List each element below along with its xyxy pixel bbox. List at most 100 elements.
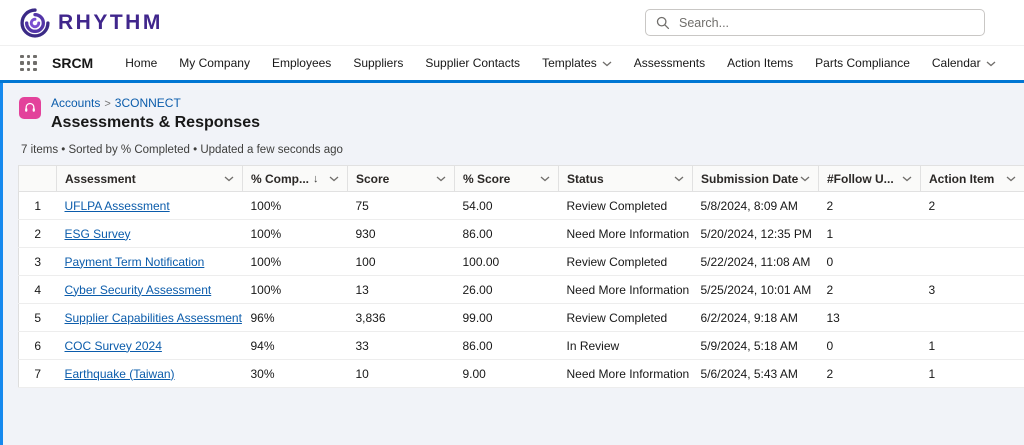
cell-assessment: Cyber Security Assessment bbox=[57, 276, 243, 304]
cell-assessment: Earthquake (Taiwan) bbox=[57, 360, 243, 388]
column-label: % Comp... bbox=[251, 172, 309, 186]
cell-score: 930 bbox=[348, 220, 455, 248]
column-header-comp[interactable]: % Comp...↓ bbox=[243, 166, 348, 192]
cell-percent-completed: 100% bbox=[243, 276, 348, 304]
list-meta: 7 items • Sorted by % Completed • Update… bbox=[3, 144, 1024, 156]
brand-name: RHYTHM bbox=[58, 11, 163, 35]
cell-submission-date: 5/22/2024, 11:08 AM bbox=[693, 248, 819, 276]
cell-score: 10 bbox=[348, 360, 455, 388]
cell-status: Need More Information bbox=[559, 360, 693, 388]
assessment-link[interactable]: Cyber Security Assessment bbox=[65, 283, 212, 297]
column-header-assessment[interactable]: Assessment bbox=[57, 166, 243, 192]
cell-status: Review Completed bbox=[559, 304, 693, 332]
cell-assessment: ESG Survey bbox=[57, 220, 243, 248]
headset-icon bbox=[23, 101, 37, 115]
cell-score: 75 bbox=[348, 192, 455, 220]
cell-assessment: Payment Term Notification bbox=[57, 248, 243, 276]
cell-action-item: 3 bbox=[921, 276, 1024, 304]
nav-item-parts-compliance[interactable]: Parts Compliance bbox=[815, 56, 910, 70]
cell-percent-score: 100.00 bbox=[455, 248, 559, 276]
cell-percent-completed: 30% bbox=[243, 360, 348, 388]
cell-action-item bbox=[921, 304, 1024, 332]
breadcrumb-link-3connect[interactable]: 3CONNECT bbox=[115, 96, 181, 110]
top-header: RHYTHM bbox=[0, 0, 1024, 46]
chevron-down-icon bbox=[800, 176, 810, 182]
nav-item-label: Action Items bbox=[727, 56, 793, 70]
nav-item-action-items[interactable]: Action Items bbox=[727, 56, 793, 70]
cell-percent-score: 9.00 bbox=[455, 360, 559, 388]
nav-item-my-company[interactable]: My Company bbox=[179, 56, 250, 70]
cell-percent-completed: 96% bbox=[243, 304, 348, 332]
cell-submission-date: 5/9/2024, 5:18 AM bbox=[693, 332, 819, 360]
table-row: 7Earthquake (Taiwan)30%109.00Need More I… bbox=[19, 360, 1024, 388]
column-label: Status bbox=[567, 172, 604, 186]
page-header-text: Accounts>3CONNECT Assessments & Response… bbox=[51, 96, 260, 132]
cell-percent-completed: 100% bbox=[243, 192, 348, 220]
table-row: 1UFLPA Assessment100%7554.00Review Compl… bbox=[19, 192, 1024, 220]
nav-item-calendar[interactable]: Calendar bbox=[932, 56, 996, 70]
nav-item-label: Assessments bbox=[634, 56, 705, 70]
cell-percent-score: 54.00 bbox=[455, 192, 559, 220]
column-header-follow-u[interactable]: #Follow U... bbox=[819, 166, 921, 192]
nav-item-label: Calendar bbox=[932, 56, 981, 70]
chevron-down-icon bbox=[329, 176, 339, 182]
nav-item-supplier-contacts[interactable]: Supplier Contacts bbox=[425, 56, 520, 70]
table-header-row: Assessment % Comp...↓ Score % Score Status Su… bbox=[19, 166, 1024, 192]
column-label: % Score bbox=[463, 172, 510, 186]
table-row: 5Supplier Capabilities Assessment96%3,83… bbox=[19, 304, 1024, 332]
search-input[interactable] bbox=[677, 15, 974, 31]
column-header-submission-date[interactable]: Submission Date bbox=[693, 166, 819, 192]
nav-item-templates[interactable]: Templates bbox=[542, 56, 612, 70]
column-label: Assessment bbox=[65, 172, 136, 186]
app-nav: SRCM HomeMy CompanyEmployeesSuppliersSup… bbox=[0, 46, 1024, 83]
chevron-down-icon bbox=[602, 61, 612, 67]
global-search[interactable] bbox=[645, 9, 985, 36]
assessment-link[interactable]: Payment Term Notification bbox=[65, 255, 205, 269]
nav-item-assessments[interactable]: Assessments bbox=[634, 56, 705, 70]
cell-percent-score: 26.00 bbox=[455, 276, 559, 304]
chevron-down-icon bbox=[436, 176, 446, 182]
rhythm-logo-icon bbox=[20, 8, 50, 38]
search-icon bbox=[656, 16, 670, 30]
column-header-status[interactable]: Status bbox=[559, 166, 693, 192]
page-title: Assessments & Responses bbox=[51, 114, 260, 132]
cell-action-item: 1 bbox=[921, 360, 1024, 388]
cell-percent-score: 99.00 bbox=[455, 304, 559, 332]
nav-item-label: My Company bbox=[179, 56, 250, 70]
row-number: 1 bbox=[19, 192, 57, 220]
nav-item-suppliers[interactable]: Suppliers bbox=[353, 56, 403, 70]
assessment-link[interactable]: ESG Survey bbox=[65, 227, 131, 241]
nav-item-employees[interactable]: Employees bbox=[272, 56, 331, 70]
nav-item-label: Home bbox=[125, 56, 157, 70]
row-number: 2 bbox=[19, 220, 57, 248]
chevron-down-icon bbox=[540, 176, 550, 182]
assessment-link[interactable]: UFLPA Assessment bbox=[65, 199, 170, 213]
cell-submission-date: 5/8/2024, 8:09 AM bbox=[693, 192, 819, 220]
breadcrumb-link-accounts[interactable]: Accounts bbox=[51, 96, 100, 110]
cell-score: 100 bbox=[348, 248, 455, 276]
cell-action-item: 2 bbox=[921, 192, 1024, 220]
cell-follow-up: 13 bbox=[819, 304, 921, 332]
nav-items: Home My Company Employees Suppliers Supplier… bbox=[125, 56, 1014, 70]
cell-status: In Review bbox=[559, 332, 693, 360]
column-header-score[interactable]: % Score bbox=[455, 166, 559, 192]
column-header-score[interactable]: Score bbox=[348, 166, 455, 192]
assessment-link[interactable]: Supplier Capabilities Assessment bbox=[65, 311, 242, 325]
assessment-link[interactable]: Earthquake (Taiwan) bbox=[65, 367, 175, 381]
assessments-table: Assessment % Comp...↓ Score % Score Status Su… bbox=[18, 165, 1024, 388]
app-launcher-icon[interactable] bbox=[20, 55, 37, 72]
chevron-down-icon bbox=[224, 176, 234, 182]
column-label: Score bbox=[356, 172, 389, 186]
cell-score: 33 bbox=[348, 332, 455, 360]
column-label: Submission Date bbox=[701, 172, 798, 186]
table-body: 1UFLPA Assessment100%7554.00Review Compl… bbox=[19, 192, 1024, 388]
column-header-action-item[interactable]: Action Item bbox=[921, 166, 1024, 192]
page-header: Accounts>3CONNECT Assessments & Response… bbox=[3, 96, 1024, 132]
nav-item-home[interactable]: Home bbox=[125, 56, 157, 70]
assessment-link[interactable]: COC Survey 2024 bbox=[65, 339, 162, 353]
column-header-row-number bbox=[19, 166, 57, 192]
cell-follow-up: 2 bbox=[819, 360, 921, 388]
chevron-down-icon bbox=[674, 176, 684, 182]
cell-follow-up: 2 bbox=[819, 276, 921, 304]
cell-submission-date: 5/6/2024, 5:43 AM bbox=[693, 360, 819, 388]
